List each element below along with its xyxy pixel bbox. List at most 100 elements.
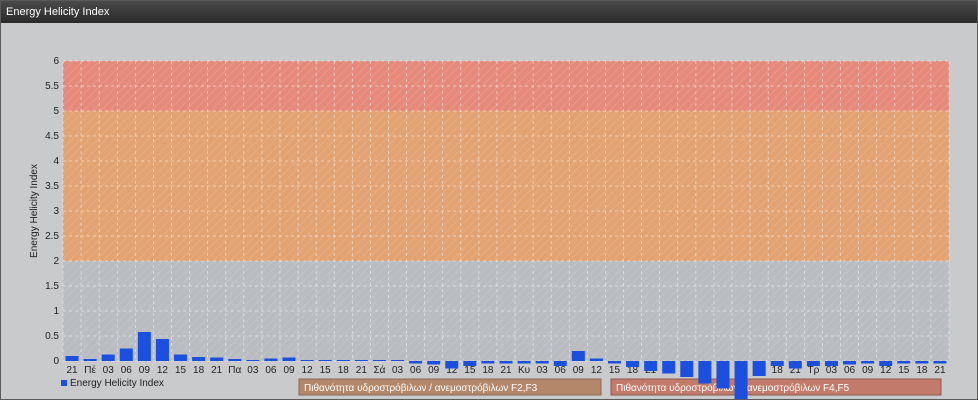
data-bar [843,361,857,365]
data-bar [535,361,549,364]
x-tick-label: Κυ [518,365,530,376]
window-title: Energy Helicity Index [1,1,977,23]
y-axis-label: Energy Helicity Index [29,164,40,258]
data-bar [879,361,893,366]
y-tick-label: 0.5 [45,331,59,342]
x-tick-label: 12 [591,365,603,376]
x-tick-label: 18 [772,365,784,376]
data-bar [264,358,278,361]
data-bar [300,360,314,361]
data-bar [499,361,513,364]
data-bar [445,361,459,369]
x-tick-label: 21 [356,365,368,376]
x-tick-label: 15 [320,365,332,376]
x-tick-label: 15 [464,365,476,376]
data-bar [318,360,332,361]
data-bar [806,361,820,366]
x-tick-label: 12 [880,365,892,376]
x-tick-label: 03 [392,365,404,376]
x-tick-label: 15 [175,365,187,376]
data-bar [607,361,621,364]
data-bar [83,359,97,361]
x-tick-label: 18 [916,365,928,376]
chart-canvas: 0 0.5 1 1.5 2 2.5 3 3.5 4 4.5 5 5.5 6 21 Πέ 03 06 09 12 15… [1,23,977,399]
annotation-f4f5: Πιθανότητα υδροστρόβιλων / ανεμοστρόβιλω… [610,378,942,396]
data-bar [824,361,838,366]
data-bar [589,358,603,361]
legend: Energy Helicity Index [61,378,164,389]
x-tick-label: Πα [228,365,241,376]
x-tick-label: Πέ [84,364,96,376]
x-tick-label: 03 [826,365,838,376]
x-tick-label: 06 [121,365,133,376]
y-tick-label: 4 [53,156,59,167]
data-bar [644,361,658,371]
data-bar [933,361,947,364]
x-tick-label: 09 [862,365,874,376]
x-tick-label: 12 [157,365,169,376]
data-bar [192,357,206,361]
data-bar [662,361,676,374]
legend-swatch [61,380,67,386]
data-bar [174,354,188,361]
y-tick-label: 3 [53,206,59,217]
x-tick-label: 12 [302,365,314,376]
y-tick-label: 5 [53,106,59,117]
x-tick-label: Τρ [807,365,819,376]
data-bar [391,360,405,361]
y-tick-label: 4.5 [45,131,59,142]
data-bar [65,356,79,361]
chart-window: Energy Helicity Index 0 0.5 1 1.5 2 2.5 3 3.5 4 4… [0,0,978,400]
data-bar [336,360,350,361]
x-tick-label: 06 [555,365,567,376]
data-bar [137,332,151,361]
data-bar [752,361,766,376]
x-tick-label: 21 [500,365,512,376]
data-bar [354,360,368,361]
data-bar [228,359,242,361]
x-tick-label: 21 [66,365,78,376]
x-tick-label: 06 [265,365,277,376]
x-tick-label: 03 [103,365,115,376]
data-bar [897,361,911,364]
y-tick-label: 1 [53,306,59,317]
data-bar [101,354,115,361]
x-tick-label: 15 [609,365,621,376]
annotation-f2f3-label: Πιθανότητα υδροστρόβιλων / ανεμοστρόβιλω… [304,382,538,394]
data-bar [282,357,296,361]
data-bar [716,361,730,389]
data-bar [734,361,748,399]
data-bar [698,361,712,384]
annotation-f4f5-label: Πιθανότητα υδροστρόβιλων / ανεμοστρόβιλω… [616,382,850,394]
x-tick-label: 09 [573,365,585,376]
data-bar [788,361,802,369]
data-bar [571,351,585,361]
x-tick-label: 09 [139,365,151,376]
x-tick-label: 03 [537,365,549,376]
data-bar [553,361,567,366]
data-bar [680,361,694,377]
legend-label: Energy Helicity Index [70,378,164,389]
x-tick-label: 21 [934,365,946,376]
data-bar [119,348,133,361]
data-bar [246,360,260,361]
y-tick-label: 5.5 [45,81,59,92]
y-tick-label: 0 [53,356,59,367]
y-tick-label: 6 [53,56,59,67]
data-bar [770,361,784,366]
x-tick-label: Σά [373,364,385,376]
data-bar [372,360,386,361]
data-bar [210,357,224,361]
x-tick-label: 03 [247,365,259,376]
x-tick-label: 21 [211,365,223,376]
y-tick-label: 3.5 [45,181,59,192]
data-bar [861,361,875,364]
x-tick-label: 18 [338,365,350,376]
annotation-f2f3: Πιθανότητα υδροστρόβιλων / ανεμοστρόβιλω… [298,378,602,396]
data-bar [915,361,929,364]
data-bar [155,339,169,361]
y-tick-label: 1.5 [45,281,59,292]
x-tick-label: 18 [482,365,494,376]
x-tick-label: 09 [428,365,440,376]
data-bar [481,361,495,364]
